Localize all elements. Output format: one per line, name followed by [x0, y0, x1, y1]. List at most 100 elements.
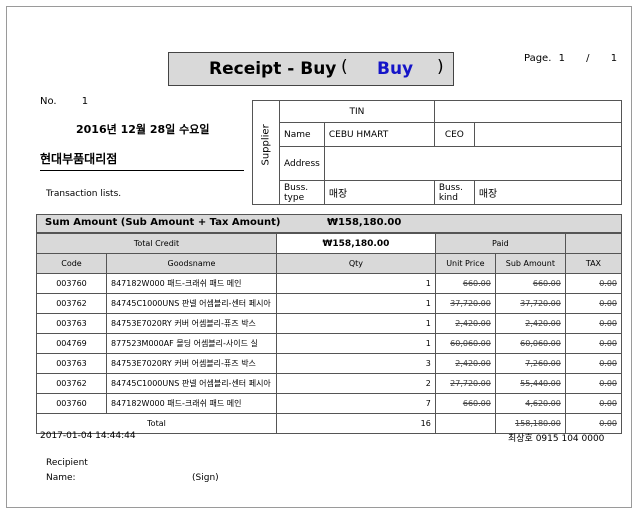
title-close-paren: )	[437, 57, 444, 77]
row-sub: 60,060.00	[494, 333, 566, 354]
row-code: 003760	[36, 273, 107, 294]
row-code: 004769	[36, 333, 107, 354]
row-sub: 4,620.00	[494, 393, 566, 414]
table-row: 003763 84753E7020RY 커버 어셈블리-퓨즈 박스 3 2,42…	[36, 353, 623, 374]
row-qty: 7	[276, 393, 436, 414]
col-unit-price: Unit Price	[434, 253, 496, 274]
title-box: Receipt - Buy ( Buy )	[168, 52, 454, 86]
paid-label: Paid	[434, 233, 566, 254]
row-qty: 1	[276, 273, 436, 294]
buss-type-label: Buss. type	[279, 180, 325, 205]
sum-amount-bar: Sum Amount (Sub Amount + Tax Amount) ₩15…	[36, 214, 622, 233]
page-indicator: Page. 1 / 1	[524, 53, 617, 64]
sum-label: Sum Amount (Sub Amount + Tax Amount)	[45, 217, 281, 228]
customer-name: 현대부품대리점	[40, 150, 244, 171]
col-qty: Qty	[276, 253, 436, 274]
row-name: 84745C1000UNS 판넬 어셈블리-센터 페시아	[106, 373, 277, 394]
name-value: CEBU HMART	[323, 122, 435, 147]
row-tax: 0.00	[564, 353, 623, 374]
row-code: 003762	[36, 293, 107, 314]
col-code: Code	[36, 253, 107, 274]
supplier-table: Supplier TIN Name CEBU HMART CEO Address…	[252, 100, 623, 205]
recipient-label: Recipient	[46, 458, 88, 468]
row-qty: 3	[276, 353, 436, 374]
row-unit: 37,720.00	[434, 293, 496, 314]
total-qty: 16	[276, 413, 436, 434]
row-name: 84753E7020RY 커버 어셈블리-퓨즈 박스	[106, 313, 277, 334]
timestamp: 2017-01-04 14:44:44	[40, 431, 136, 441]
paid-value	[564, 233, 623, 254]
items-table: Total Credit ₩158,180.00 Paid Code Goods…	[36, 233, 623, 434]
buss-kind-value: 매장	[473, 180, 623, 205]
row-qty: 1	[276, 293, 436, 314]
contact-info: 최상호 0915 104 0000	[508, 434, 605, 444]
title-open-paren: (	[341, 57, 348, 77]
row-unit: 2,420.00	[434, 353, 496, 374]
row-code: 003760	[36, 393, 107, 414]
row-tax: 0.00	[564, 393, 623, 414]
tin-value	[433, 100, 623, 123]
row-code: 003762	[36, 373, 107, 394]
buss-kind-label: Buss. kind	[433, 180, 475, 205]
tin-label: TIN	[279, 100, 435, 123]
col-goodsname: Goodsname	[106, 253, 277, 274]
row-name: 847182W000 패드-크래쉬 패드 메인	[106, 273, 277, 294]
row-tax: 0.00	[564, 313, 623, 334]
date: 2016년 12월 28일 수요일	[76, 123, 210, 136]
page-current: 1	[558, 53, 565, 64]
row-sub: 55,440.00	[494, 373, 566, 394]
sum-value: ₩158,180.00	[327, 217, 402, 228]
table-row: 003762 84745C1000UNS 판넬 어셈블리-센터 페시아 2 27…	[36, 373, 623, 394]
address-label: Address	[279, 146, 325, 181]
row-tax: 0.00	[564, 273, 623, 294]
total-unit-empty	[434, 413, 496, 434]
page-total: 1	[610, 53, 618, 64]
table-row: 003763 84753E7020RY 커버 어셈블리-퓨즈 박스 1 2,42…	[36, 313, 623, 334]
credit-value: ₩158,180.00	[276, 233, 436, 254]
name-label: Name	[279, 122, 325, 147]
row-code: 003763	[36, 313, 107, 334]
recipient-name-label: Name:	[46, 473, 76, 483]
row-tax: 0.00	[564, 293, 623, 314]
row-tax: 0.00	[564, 333, 623, 354]
buss-type-value: 매장	[323, 180, 435, 205]
table-row: 003762 84745C1000UNS 판넬 어셈블리-센터 페시아 1 37…	[36, 293, 623, 314]
ceo-label: CEO	[433, 122, 475, 147]
row-qty: 1	[276, 313, 436, 334]
row-sub: 2,420.00	[494, 313, 566, 334]
row-unit: 27,720.00	[434, 373, 496, 394]
row-name: 84745C1000UNS 판넬 어셈블리-센터 페시아	[106, 293, 277, 314]
row-code: 003763	[36, 353, 107, 374]
col-sub-amount: Sub Amount	[494, 253, 566, 274]
row-unit: 60,060.00	[434, 333, 496, 354]
ceo-value	[473, 122, 623, 147]
no-label: No.	[40, 96, 57, 107]
supplier-side: Supplier	[252, 100, 280, 205]
row-name: 847182W000 패드-크래쉬 패드 메인	[106, 393, 277, 414]
table-row: 004769 877523M000AF 몰딩 어셈블리-사이드 실 1 60,0…	[36, 333, 623, 354]
title-text: Receipt - Buy	[209, 59, 337, 79]
page-label: Page.	[524, 53, 552, 64]
supplier-side-label: Supplier	[260, 124, 272, 166]
row-unit: 2,420.00	[434, 313, 496, 334]
title-type: Buy	[377, 59, 414, 79]
row-qty: 1	[276, 333, 436, 354]
credit-label: Total Credit	[36, 233, 277, 254]
row-unit: 660.00	[434, 273, 496, 294]
row-name: 84753E7020RY 커버 어셈블리-퓨즈 박스	[106, 353, 277, 374]
address-value	[323, 146, 623, 181]
transaction-label: Transaction lists.	[46, 189, 122, 199]
row-unit: 660.00	[434, 393, 496, 414]
row-sub: 7,260.00	[494, 353, 566, 374]
page-sep: /	[586, 53, 590, 64]
row-sub: 660.00	[494, 273, 566, 294]
no-value: 1	[81, 96, 89, 107]
sign-label: (Sign)	[192, 473, 219, 483]
table-row: 003760 847182W000 패드-크래쉬 패드 메인 7 660.00 …	[36, 393, 623, 414]
table-row: 003760 847182W000 패드-크래쉬 패드 메인 1 660.00 …	[36, 273, 623, 294]
col-tax: TAX	[564, 253, 623, 274]
row-name: 877523M000AF 몰딩 어셈블리-사이드 실	[106, 333, 277, 354]
row-sub: 37,720.00	[494, 293, 566, 314]
receipt-no: No. 1	[40, 96, 88, 107]
row-tax: 0.00	[564, 373, 623, 394]
